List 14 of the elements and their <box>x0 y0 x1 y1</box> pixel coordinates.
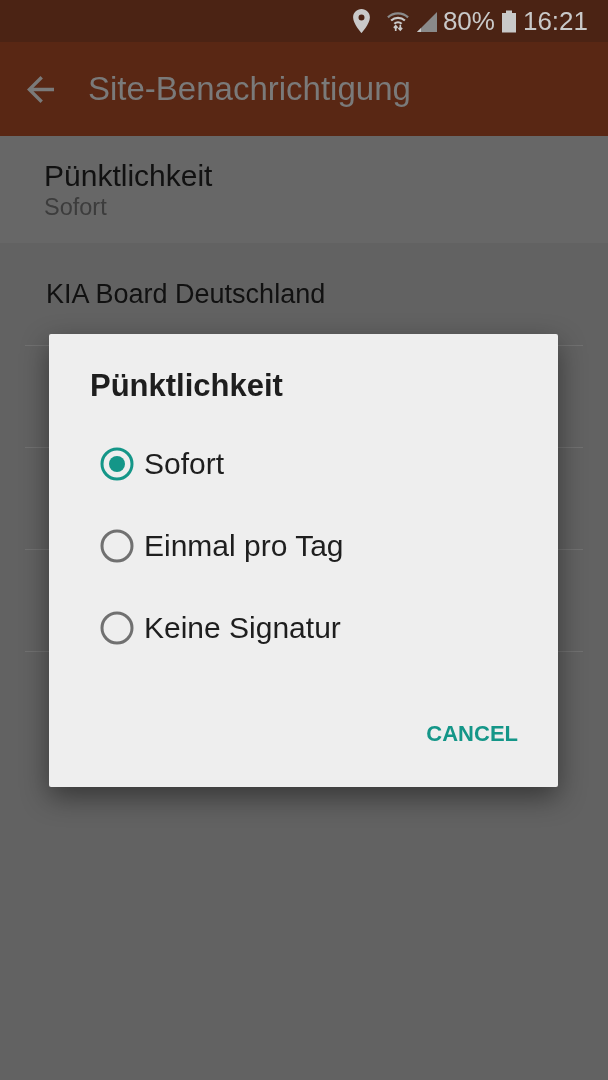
location-pin-icon <box>352 9 370 33</box>
app-bar-title: Site-Benachrichtigung <box>88 70 411 108</box>
radio-option[interactable]: Sofort <box>49 423 233 505</box>
radio-option[interactable]: Keine Signatur <box>49 587 349 669</box>
radio-option[interactable]: Einmal pro Tag <box>49 505 352 587</box>
back-icon[interactable] <box>27 75 54 103</box>
dialog-title: Pünktlichkeit <box>90 367 283 404</box>
preference-title: Pünktlichkeit <box>44 158 213 193</box>
signal-icon <box>416 12 437 32</box>
section-header: KIA Board Deutschland <box>46 278 326 310</box>
battery-percent: 80% <box>442 6 495 36</box>
wifi-icon <box>386 10 409 32</box>
battery-icon <box>501 9 516 33</box>
clock-time: 16:21 <box>522 6 588 36</box>
